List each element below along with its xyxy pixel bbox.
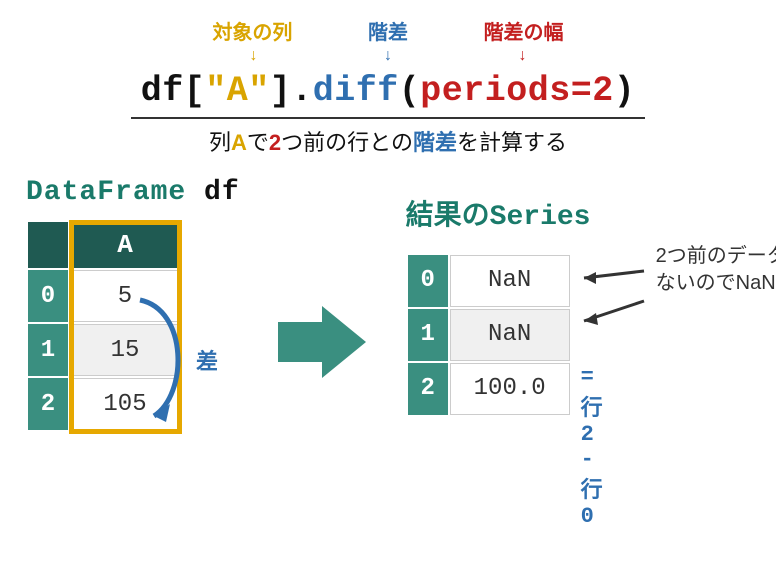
code-token: ( <box>399 71 421 111</box>
note-line2: ないのでNaN <box>656 270 776 297</box>
result-formula: = 行2 - 行0 <box>581 365 603 529</box>
code-token-method: diff <box>313 71 399 111</box>
label-period-width: 階差の幅 <box>444 16 604 45</box>
label-method: 階差 <box>338 16 438 45</box>
label-target-column: 対象の列 <box>172 16 332 45</box>
explain-periods-count: 2 <box>269 130 281 155</box>
code-expression: df["A"].diff(periods=2) <box>131 71 646 119</box>
nan-note: 2つ前のデータが ないのでNaN <box>656 243 776 297</box>
explanation-text: 列Aで2つ前の行との階差を計算する <box>0 125 776 157</box>
code-token: ) <box>614 71 636 111</box>
value-cell: 5 <box>70 270 180 322</box>
diff-label: 差 <box>196 344 218 376</box>
index-cell: 0 <box>408 255 448 307</box>
arrow-down-icon: ↓ <box>442 47 602 65</box>
result-title-pre: 結果の <box>406 199 490 230</box>
explain-column: A <box>231 130 247 155</box>
code-token: df[ <box>141 71 206 111</box>
explain-seg: を計算する <box>457 130 567 155</box>
result-block: 結果のSeries 0 NaN 1 NaN 2 100.0 <box>406 193 591 422</box>
index-cell: 2 <box>28 378 68 430</box>
result-table: 0 NaN 1 NaN 2 100.0 <box>406 253 572 417</box>
index-cell: 0 <box>28 270 68 322</box>
note-line1: 2つ前のデータが <box>656 243 776 270</box>
value-cell: 100.0 <box>450 363 570 415</box>
explain-seg: で <box>247 130 269 155</box>
code-token-periods: periods=2 <box>420 71 614 111</box>
code-token-column: "A" <box>205 71 270 111</box>
explain-seg: 列 <box>209 130 231 155</box>
top-labels: 対象の列 階差 階差の幅 <box>0 16 776 45</box>
value-cell: 105 <box>70 378 180 430</box>
top-arrows: ↓ ↓ ↓ <box>0 47 776 65</box>
arrow-down-icon: ↓ <box>338 47 438 65</box>
column-header-a: A <box>70 222 180 268</box>
index-cell: 1 <box>408 309 448 361</box>
index-cell: 2 <box>408 363 448 415</box>
result-title-series: Series <box>490 202 591 233</box>
arrow-down-icon: ↓ <box>174 47 334 65</box>
big-arrow-icon <box>278 306 368 378</box>
value-cell: NaN <box>450 255 570 307</box>
table-corner <box>28 222 68 268</box>
value-cell: 15 <box>70 324 180 376</box>
dataframe-title: DataFrame df <box>26 177 240 208</box>
explain-seg: つ前の行との <box>281 130 413 155</box>
value-cell: NaN <box>450 309 570 361</box>
dataframe-var: df <box>204 177 240 208</box>
note-arrow-icon <box>574 299 654 329</box>
note-arrow-icon <box>574 263 654 293</box>
code-token: ]. <box>270 71 313 111</box>
index-cell: 1 <box>28 324 68 376</box>
explain-method: 階差 <box>413 130 457 155</box>
dataframe-type: DataFrame <box>26 177 186 208</box>
dataframe-block: DataFrame df A 0 5 1 15 2 105 <box>26 177 240 437</box>
result-title: 結果のSeries <box>406 193 591 233</box>
dataframe-table: A 0 5 1 15 2 105 <box>26 220 182 432</box>
